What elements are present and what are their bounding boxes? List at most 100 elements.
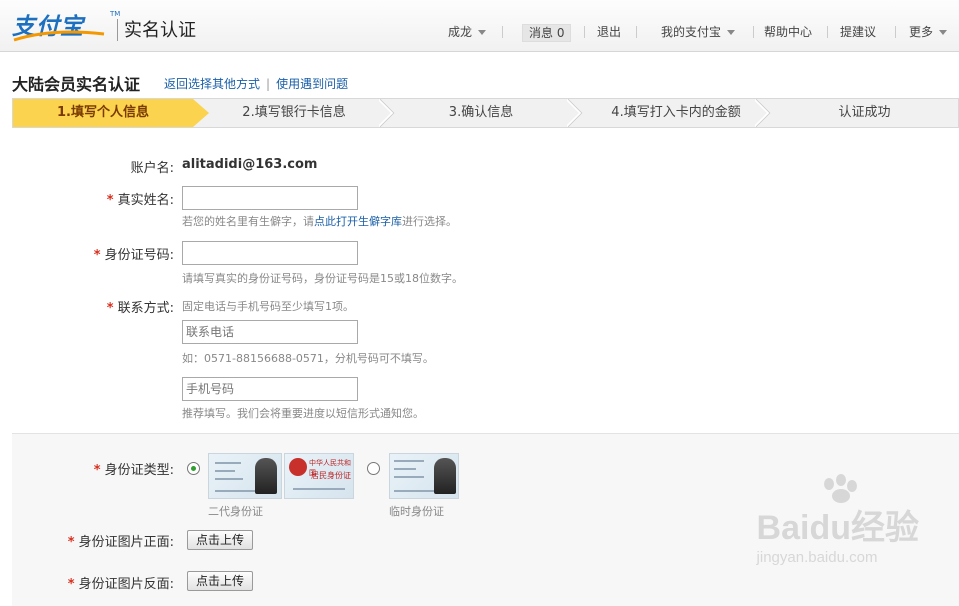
idtype-label: 身份证类型: (104, 463, 174, 478)
nav-help[interactable]: 帮助中心 (764, 24, 812, 40)
idtype-caption-temporary: 临时身份证 (389, 505, 444, 518)
step-1: 1.填写个人信息 (13, 99, 193, 127)
step-5-label: 认证成功 (838, 105, 891, 120)
contact-hint: 固定电话与手机号码至少填写1项。 (182, 300, 354, 313)
watermark-sub: jingyan.baidu.com (756, 549, 878, 566)
nav-user[interactable]: 成龙 (448, 24, 487, 40)
realname-hint-suffix: 进行选择。 (402, 215, 457, 228)
idnum-hint: 请填写真实的身份证号码，身份证号码是15或18位数字。 (182, 272, 463, 285)
front-label: 身份证图片正面: (78, 535, 174, 550)
idnum-label: 身份证号码: (104, 248, 174, 263)
nav-user-name: 成龙 (448, 25, 473, 39)
nav-separator (636, 26, 637, 38)
step-4-label: 4.填写打入卡内的金额 (611, 105, 741, 120)
idnum-label-row: * 身份证号码: (60, 244, 174, 263)
nav-separator (895, 26, 896, 38)
top-header: 支付宝 TM 实名认证 成龙 消息 0 退出 我的支付宝 帮助中心 提建议 更多 (0, 0, 959, 52)
step-2: 2.填写银行卡信息 (209, 99, 379, 127)
phone-input[interactable] (182, 320, 358, 344)
chevron-down-icon (727, 30, 736, 35)
nav-separator (584, 26, 585, 38)
step-5: 认证成功 (771, 99, 958, 127)
nav-logout[interactable]: 退出 (597, 24, 621, 40)
idnum-input[interactable] (182, 241, 358, 265)
realname-hint: 若您的姓名里有生僻字，请点此打开生僻字库进行选择。 (182, 213, 457, 229)
nav-messages-label: 消息 (529, 26, 554, 40)
paw-icon (823, 474, 857, 503)
realname-hint-text: 若您的姓名里有生僻字，请 (182, 215, 314, 228)
step-chevron-icon (755, 99, 771, 127)
step-4: 4.填写打入卡内的金额 (583, 99, 769, 127)
required-star: * (106, 193, 114, 208)
upload-back-button[interactable]: 点击上传 (187, 571, 254, 591)
nav-more[interactable]: 更多 (909, 24, 948, 40)
progress-steps: 1.填写个人信息 2.填写银行卡信息 3.确认信息 4.填写打入卡内的金额 认证… (12, 98, 959, 128)
account-value: alitadidi@163.com (182, 157, 318, 172)
national-emblem-icon (289, 458, 307, 476)
required-star: * (67, 535, 75, 550)
nav-messages-count: 0 (556, 26, 565, 40)
rare-char-link[interactable]: 点此打开生僻字库 (314, 215, 402, 228)
realname-input[interactable] (182, 186, 358, 210)
required-star: * (93, 463, 101, 478)
back-label: 身份证图片反面: (78, 577, 174, 592)
realname-label: 真实姓名: (117, 193, 174, 208)
baidu-watermark: Baidu经验 jingyan.baidu.com (756, 474, 919, 566)
nav-messages[interactable]: 消息 0 (522, 24, 572, 42)
required-star: * (106, 301, 114, 316)
id-card-front-sample (208, 453, 282, 499)
idtype-caption-second-gen: 二代身份证 (208, 505, 263, 518)
contact-label: 联系方式: (117, 301, 174, 316)
mobile-input[interactable] (182, 377, 358, 401)
upload-front-button[interactable]: 点击上传 (187, 530, 254, 550)
nav-suggest[interactable]: 提建议 (840, 24, 876, 40)
contact-label-row: * 联系方式: (60, 297, 174, 316)
logo-trademark: TM (110, 10, 121, 18)
link-problem[interactable]: 使用遇到问题 (276, 77, 348, 91)
realname-label-row: * 真实姓名: (60, 189, 174, 208)
card-text-line (215, 462, 241, 464)
step-chevron-icon (379, 99, 395, 127)
link-other-methods[interactable]: 返回选择其他方式 (164, 77, 260, 91)
portrait-photo-icon (255, 458, 277, 494)
card-text-line (215, 478, 243, 480)
nav-my-alipay[interactable]: 我的支付宝 (661, 24, 736, 40)
back-label-row: * 身份证图片反面: (40, 573, 174, 592)
chevron-down-icon (939, 30, 948, 35)
id-card-back-sample: 中华人民共和国 居民身份证 (284, 453, 354, 499)
required-star: * (93, 248, 101, 263)
card-text-line (394, 468, 416, 470)
portrait-photo-icon (434, 458, 456, 494)
idtype-radio-second-gen[interactable] (187, 462, 200, 475)
nav-my-alipay-label: 我的支付宝 (661, 25, 722, 39)
front-label-row: * 身份证图片正面: (40, 531, 174, 550)
nav-separator (753, 26, 754, 38)
title-links: 返回选择其他方式 | 使用遇到问题 (164, 75, 348, 92)
step-chevron-icon (193, 99, 209, 127)
card-text-line (293, 488, 345, 490)
top-nav: 成龙 消息 0 退出 我的支付宝 帮助中心 提建议 更多 (0, 24, 959, 42)
step-2-label: 2.填写银行卡信息 (242, 105, 346, 120)
idtype-radio-temporary[interactable] (367, 462, 380, 475)
nav-more-label: 更多 (909, 25, 934, 39)
account-label: 账户名: (130, 161, 174, 176)
temp-id-card-sample (389, 453, 459, 499)
card-text-line (394, 460, 424, 462)
step-3: 3.确认信息 (395, 99, 567, 127)
phone-hint: 如：0571-88156688-0571，分机号码可不填写。 (182, 352, 434, 365)
card-text-line (394, 476, 424, 478)
mobile-hint: 推荐填写。我们会将重要进度以短信形式通知您。 (182, 407, 424, 420)
required-star: * (67, 577, 75, 592)
idtype-label-row: * 身份证类型: (60, 459, 174, 478)
nav-separator (502, 26, 503, 38)
watermark-main: Baidu经验 (756, 509, 919, 547)
nav-separator (827, 26, 828, 38)
step-1-label: 1.填写个人信息 (57, 105, 149, 120)
card-name: 居民身份证 (311, 471, 351, 480)
step-3-label: 3.确认信息 (448, 105, 514, 120)
page-title: 大陆会员实名认证 (12, 75, 141, 94)
card-text-line (394, 490, 434, 492)
card-text-line (215, 470, 235, 472)
step-chevron-icon (567, 99, 583, 127)
chevron-down-icon (478, 30, 487, 35)
